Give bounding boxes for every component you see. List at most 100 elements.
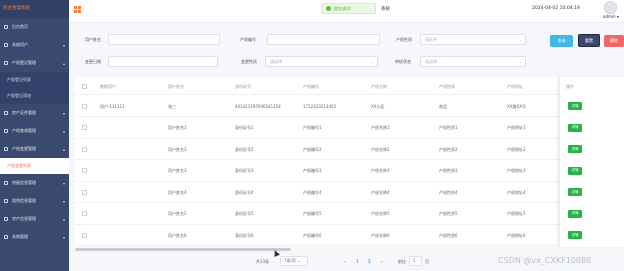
table-cell: 商品 xyxy=(439,103,447,109)
sidebar: 后台管理系统 后台首页 系统用户 ▾ 产权登记管理 ▴ 产权登记列表 产权登记添加 … xyxy=(0,0,69,271)
column-header: 用户姓名 xyxy=(168,84,184,89)
row-detail-button[interactable]: 详情 xyxy=(568,145,582,154)
table-cell: 产权性质3 xyxy=(439,168,458,174)
sidebar-item-label: 房屋信息管理 xyxy=(12,180,36,185)
chevron-down-icon: ⌄ xyxy=(518,59,522,64)
row-checkbox[interactable] xyxy=(82,103,87,109)
sidebar-item-change[interactable]: 产权变更管理 ▴ xyxy=(0,140,69,158)
audit-status-select[interactable]: 请选择 ⌄ xyxy=(420,56,526,67)
table-cell: 用户姓名6 xyxy=(168,232,187,238)
chevron-down-icon: ▾ xyxy=(62,180,65,186)
row-detail-button[interactable]: 详情 xyxy=(568,209,582,218)
avatar[interactable] xyxy=(604,1,617,14)
table-cell: 产权名称3 xyxy=(371,168,390,174)
table-row: 用户-111111 张三 441421197606541154 17123232134… xyxy=(75,95,624,117)
chevron-down-icon: ▾ xyxy=(62,198,65,204)
table-cell: 产权地址6 xyxy=(507,232,526,238)
user-menu[interactable]: admin ▾ xyxy=(603,14,619,19)
table-cell: 产权地址4 xyxy=(507,189,526,195)
query-button[interactable]: 查询 xyxy=(550,35,573,47)
sidebar-item-label: 系统用户 xyxy=(12,42,28,47)
sidebar-item-users[interactable]: 系统用户 ▾ xyxy=(0,36,69,54)
sidebar-item-label: 产权查询管理 xyxy=(12,128,36,133)
row-checkbox[interactable] xyxy=(82,168,87,174)
certificate-icon xyxy=(4,111,8,115)
house-icon xyxy=(4,181,8,185)
sidebar-item-query[interactable]: 产权查询管理 ▾ xyxy=(0,122,69,140)
search-label-property-nature: 产权性质 xyxy=(396,37,412,42)
username-input[interactable] xyxy=(108,34,220,45)
row-checkbox[interactable] xyxy=(82,211,87,217)
column-header: 产权名称 xyxy=(371,84,387,89)
data-table: 数据用户 用户姓名 身份证号 产权编号 产权名称 产权性质 产权地址 用户-11… xyxy=(75,77,624,247)
search-icon xyxy=(4,129,8,133)
next-page-button[interactable]: › xyxy=(381,259,383,264)
sidebar-subitem-change-list[interactable]: 产权变更列表 xyxy=(0,158,69,174)
table-row: 用户姓名5 身份证号5 产权编号5 产权名称5 产权性质5 产权地址5 xyxy=(75,203,624,225)
table-cell: 产权地址1 xyxy=(507,125,526,131)
property-nature-select[interactable]: 请选择 ⌄ xyxy=(420,34,526,45)
sidebar-subitem-registration-add[interactable]: 产权登记添加 xyxy=(0,88,69,104)
document-icon xyxy=(4,61,8,65)
row-detail-button[interactable]: 详情 xyxy=(568,231,582,240)
table-header-row: 数据用户 用户姓名 身份证号 产权编号 产权名称 产权性质 产权地址 xyxy=(75,77,624,95)
goto-suffix: 页 xyxy=(425,259,429,264)
row-detail-button[interactable]: 详情 xyxy=(568,188,582,197)
table-cell: 产权编号1 xyxy=(303,125,322,131)
row-detail-button[interactable]: 详情 xyxy=(568,123,582,132)
sidebar-item-registration[interactable]: 产权登记管理 ▴ xyxy=(0,54,69,72)
sidebar-item-house[interactable]: 房屋信息管理 ▾ xyxy=(0,174,69,192)
property-no-input[interactable] xyxy=(267,34,380,45)
row-detail-button[interactable]: 详情 xyxy=(568,166,582,175)
row-checkbox[interactable] xyxy=(82,232,87,238)
row-checkbox[interactable] xyxy=(82,189,87,195)
prev-page-button[interactable]: ‹ xyxy=(344,259,346,264)
row-checkbox[interactable] xyxy=(82,125,87,131)
column-header: 操作 xyxy=(566,84,574,89)
delete-button[interactable]: 删除 xyxy=(604,35,624,47)
table-cell: 产权地址2 xyxy=(507,146,526,152)
edit-icon xyxy=(4,147,8,151)
table-cell: 产权名称6 xyxy=(371,232,390,238)
table-cell: 产权性质1 xyxy=(439,125,458,131)
row-detail-button[interactable]: 详情 xyxy=(568,102,582,110)
table-cell: 用户姓名1 xyxy=(168,125,187,131)
reset-button[interactable]: 重置 xyxy=(578,34,600,47)
sidebar-subitem-registration-list[interactable]: 产权登记列表 xyxy=(0,72,69,88)
watermark: CSDN @vx_CXKF10088 xyxy=(498,256,592,265)
page-number[interactable]: 1 xyxy=(356,259,359,264)
table-row: 用户姓名2 身份证号2 产权编号2 产权名称2 产权性质2 产权地址2 xyxy=(75,139,624,160)
building-icon xyxy=(4,217,8,221)
column-header: 数据用户 xyxy=(100,84,116,89)
select-all-checkbox[interactable] xyxy=(82,84,87,89)
chevron-down-icon: ⌄ xyxy=(297,258,301,263)
table-cell: 产权性质5 xyxy=(439,211,458,217)
goto-page-input[interactable]: 1 xyxy=(409,256,422,266)
sidebar-item-certificates[interactable]: 房产证件管理 ▾ xyxy=(0,104,69,122)
table-row: 用户姓名6 身份证号6 产权编号6 产权名称6 产权性质6 产权地址6 xyxy=(75,225,624,246)
actions-column: 操作 详情 详情 详情 详情 详情 详情 详情 xyxy=(559,77,624,247)
table-cell: 用户姓名4 xyxy=(168,189,187,195)
table-cell: 用户-111111 xyxy=(100,103,125,109)
row-checkbox[interactable] xyxy=(82,146,87,152)
horizontal-scrollbar[interactable] xyxy=(75,248,291,251)
change-date-input[interactable] xyxy=(108,56,218,67)
search-label-change-nature: 变更性质 xyxy=(241,59,257,64)
chevron-up-icon: ▴ xyxy=(62,60,65,66)
home-icon xyxy=(4,25,8,29)
sidebar-item-lease[interactable]: 租赁信息管理 ▾ xyxy=(0,192,69,210)
page-size-select[interactable]: 7条/页 ⌄ xyxy=(280,256,308,266)
sidebar-item-label: 房产证件管理 xyxy=(12,110,36,115)
sidebar-item-home[interactable]: 后台首页 xyxy=(0,18,69,36)
table-cell: 产权性质4 xyxy=(439,189,458,195)
sidebar-item-system[interactable]: 系统管理 ▾ xyxy=(0,228,69,246)
table-cell: 产权性质6 xyxy=(439,232,458,238)
table-cell: 用户姓名5 xyxy=(168,211,187,217)
change-nature-select[interactable]: 请选择 ⌄ xyxy=(265,56,378,67)
menu-grid-icon[interactable] xyxy=(74,6,81,13)
gear-icon xyxy=(4,235,8,239)
page-number-current[interactable]: 2 xyxy=(368,259,371,264)
sidebar-item-label: 产权登记管理 xyxy=(12,60,36,65)
sidebar-item-property[interactable]: 房产信息管理 ▾ xyxy=(0,210,69,228)
search-label-audit-status: 审核状态 xyxy=(395,59,411,64)
